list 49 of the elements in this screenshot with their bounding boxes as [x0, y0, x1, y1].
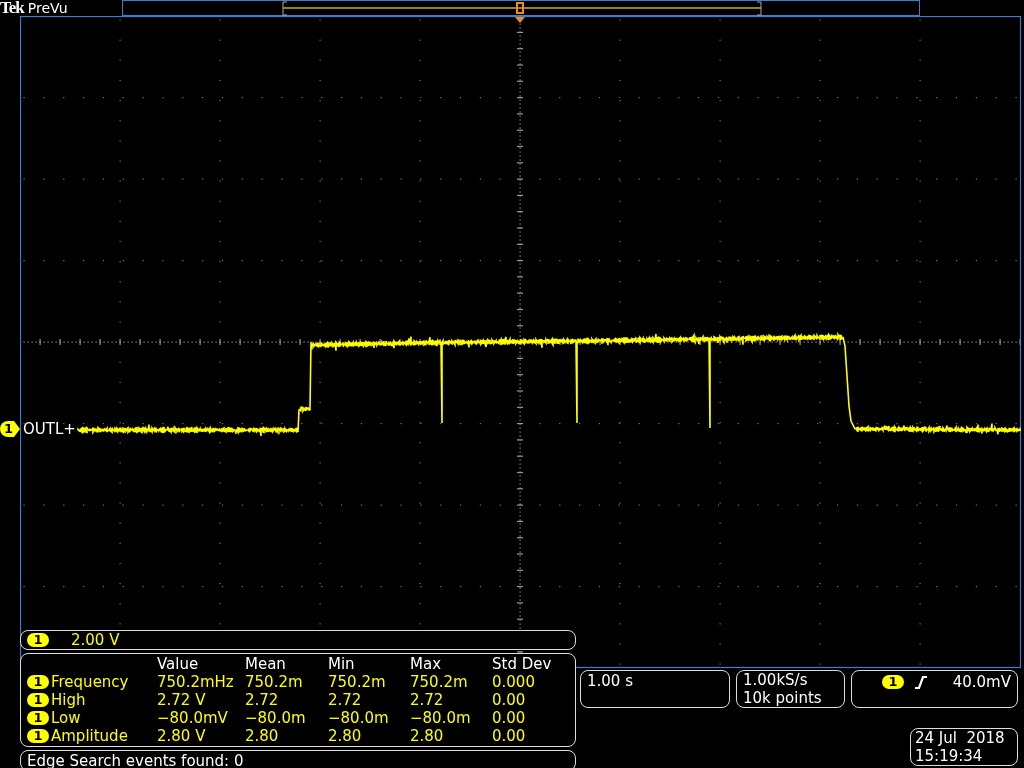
measurement-name: High: [51, 691, 87, 709]
measurement-value: −80.0m: [410, 709, 472, 727]
channel-badge: 1: [27, 711, 49, 725]
measurement-value: −80.0m: [328, 709, 390, 727]
measurement-value: 0.00: [492, 727, 527, 745]
measurement-value: 750.2m: [245, 673, 304, 691]
column-header: Min: [328, 655, 356, 673]
measurement-value: 2.80: [410, 727, 445, 745]
column-header: Value: [157, 655, 200, 673]
measurement-name: Amplitude: [51, 727, 129, 745]
channel-badge: 1: [27, 693, 49, 707]
measurement-value: 2.72: [245, 691, 280, 709]
horizontal-scale: 1.00 s: [587, 672, 633, 690]
measurement-value: 0.00: [492, 709, 527, 727]
column-header: Mean: [245, 655, 287, 673]
measurement-value: −80.0m: [245, 709, 307, 727]
measurement-value: 2.72: [410, 691, 445, 709]
measurement-value: 2.80: [245, 727, 280, 745]
measurement-value: 2.80: [328, 727, 363, 745]
trigger-level: 40.0mV: [952, 673, 1011, 691]
rising-edge-icon: [914, 675, 928, 690]
measurement-value: 2.72: [328, 691, 363, 709]
channel-label: OUTL+: [23, 420, 76, 438]
channel-marker[interactable]: 1: [0, 421, 20, 437]
measurement-value: 750.2mHz: [157, 673, 235, 691]
channel-badge: 1: [27, 633, 49, 647]
column-header: Std Dev: [492, 655, 553, 673]
channel-badge: 1: [27, 729, 49, 743]
measurement-value: 750.2m: [328, 673, 387, 691]
measurement-value: 750.2m: [410, 673, 469, 691]
measurement-value: 0.00: [492, 691, 527, 709]
measurement-value: 2.72 V: [157, 691, 207, 709]
vertical-scale: 2.00 V: [71, 631, 120, 649]
date: 24 Jul 2018: [915, 729, 1006, 747]
column-header: Max: [410, 655, 442, 673]
mode-label: PreVu: [27, 0, 68, 16]
brand-logo: Tek: [0, 0, 24, 16]
measurement-value: 0.000: [492, 673, 536, 691]
time: 15:19:34: [915, 747, 984, 765]
sample-rate: 1.00kS/s: [743, 671, 809, 689]
measurement-value: −80.0mV: [157, 709, 229, 727]
channel-badge: 1: [882, 675, 904, 689]
record-length: 10k points: [743, 689, 823, 707]
channel-badge: 1: [27, 675, 49, 689]
measurement-value: 2.80 V: [157, 727, 207, 745]
measurement-name: Frequency: [51, 673, 130, 691]
trigger-position-icon[interactable]: [515, 17, 525, 23]
measurement-name: Low: [51, 709, 82, 727]
search-status: Edge Search events found: 0: [27, 751, 244, 768]
